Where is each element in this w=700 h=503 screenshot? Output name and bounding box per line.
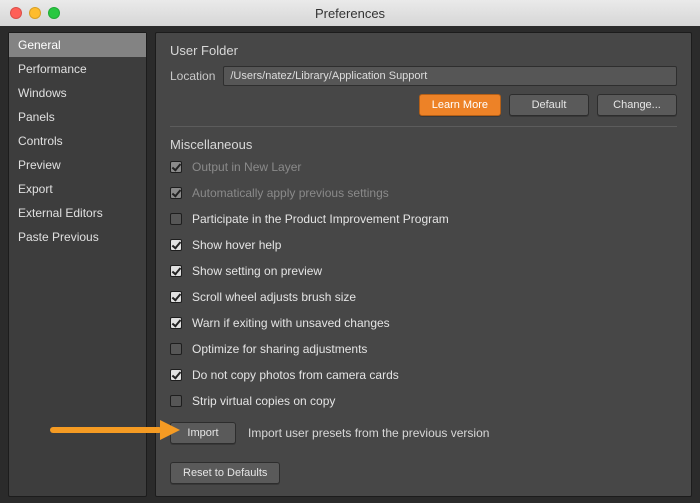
checkbox[interactable] [170, 265, 182, 277]
checkbox[interactable] [170, 343, 182, 355]
sidebar-item-windows[interactable]: Windows [9, 81, 146, 105]
misc-option[interactable]: Warn if exiting with unsaved changes [170, 316, 677, 330]
default-button[interactable]: Default [509, 94, 589, 116]
misc-option: Automatically apply previous settings [170, 186, 677, 200]
misc-option[interactable]: Scroll wheel adjusts brush size [170, 290, 677, 304]
misc-option-label: Scroll wheel adjusts brush size [192, 290, 356, 304]
sidebar-item-general[interactable]: General [9, 33, 146, 57]
misc-option: Output in New Layer [170, 160, 677, 174]
sidebar-item-performance[interactable]: Performance [9, 57, 146, 81]
section-heading-misc: Miscellaneous [170, 137, 677, 152]
misc-option-label: Do not copy photos from camera cards [192, 368, 399, 382]
sidebar-item-paste-previous[interactable]: Paste Previous [9, 225, 146, 249]
window-titlebar: Preferences [0, 0, 700, 26]
location-input[interactable] [223, 66, 677, 86]
sidebar-item-label: General [18, 38, 61, 52]
misc-option[interactable]: Do not copy photos from camera cards [170, 368, 677, 382]
misc-option[interactable]: Optimize for sharing adjustments [170, 342, 677, 356]
misc-option-label: Show setting on preview [192, 264, 322, 278]
section-heading-user-folder: User Folder [170, 43, 677, 58]
learn-more-button[interactable]: Learn More [419, 94, 501, 116]
sidebar-item-preview[interactable]: Preview [9, 153, 146, 177]
sidebar-item-label: Performance [18, 62, 87, 76]
checkbox [170, 187, 182, 199]
checkbox[interactable] [170, 369, 182, 381]
checkbox[interactable] [170, 291, 182, 303]
divider [170, 126, 677, 127]
reset-defaults-button[interactable]: Reset to Defaults [170, 462, 280, 484]
checkbox[interactable] [170, 239, 182, 251]
checkbox[interactable] [170, 213, 182, 225]
sidebar-item-label: External Editors [18, 206, 103, 220]
sidebar-item-label: Preview [18, 158, 61, 172]
preferences-sidebar: General Performance Windows Panels Contr… [8, 32, 147, 497]
sidebar-item-label: Export [18, 182, 53, 196]
window-title: Preferences [0, 6, 700, 21]
location-label: Location [170, 69, 215, 83]
preferences-panel-general: User Folder Location Learn More Default … [155, 32, 692, 497]
misc-option[interactable]: Show setting on preview [170, 264, 677, 278]
sidebar-item-label: Controls [18, 134, 63, 148]
import-button[interactable]: Import [170, 422, 236, 444]
misc-option-label: Output in New Layer [192, 160, 301, 174]
sidebar-item-panels[interactable]: Panels [9, 105, 146, 129]
misc-option[interactable]: Participate in the Product Improvement P… [170, 212, 677, 226]
misc-option[interactable]: Strip virtual copies on copy [170, 394, 677, 408]
sidebar-item-export[interactable]: Export [9, 177, 146, 201]
misc-option-label: Warn if exiting with unsaved changes [192, 316, 390, 330]
misc-option[interactable]: Show hover help [170, 238, 677, 252]
misc-options-list: Output in New Layer Automatically apply p… [170, 160, 677, 408]
checkbox [170, 161, 182, 173]
sidebar-item-controls[interactable]: Controls [9, 129, 146, 153]
misc-option-label: Strip virtual copies on copy [192, 394, 335, 408]
misc-option-label: Automatically apply previous settings [192, 186, 389, 200]
change-button[interactable]: Change... [597, 94, 677, 116]
checkbox[interactable] [170, 317, 182, 329]
misc-option-label: Optimize for sharing adjustments [192, 342, 367, 356]
sidebar-item-label: Paste Previous [18, 230, 99, 244]
checkbox[interactable] [170, 395, 182, 407]
sidebar-item-label: Panels [18, 110, 55, 124]
misc-option-label: Participate in the Product Improvement P… [192, 212, 449, 226]
sidebar-item-label: Windows [18, 86, 67, 100]
misc-option-label: Show hover help [192, 238, 281, 252]
sidebar-item-external-editors[interactable]: External Editors [9, 201, 146, 225]
import-hint: Import user presets from the previous ve… [248, 426, 489, 440]
